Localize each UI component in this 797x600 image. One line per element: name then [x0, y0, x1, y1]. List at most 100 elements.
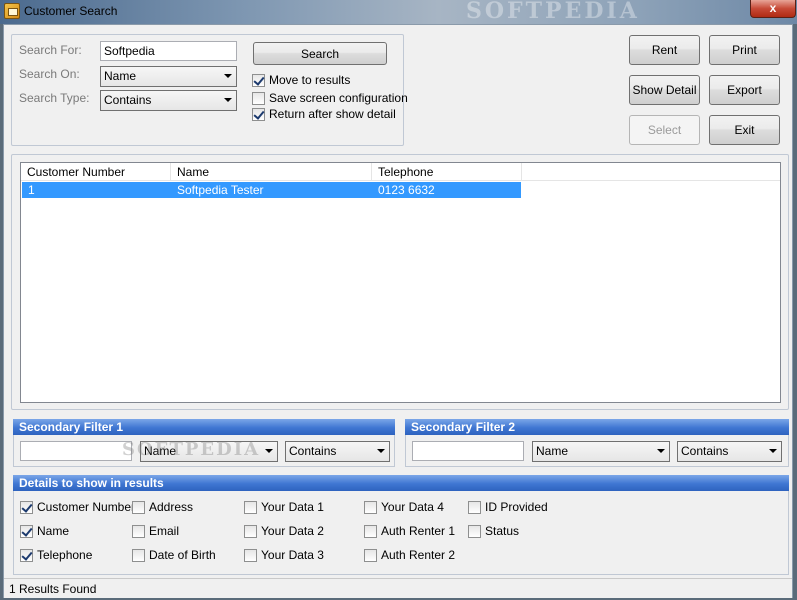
- search-group: Search For: Search On: Search Type: Soft…: [11, 34, 408, 146]
- print-button[interactable]: Print: [709, 35, 780, 65]
- column-header-telephone[interactable]: Telephone: [372, 163, 522, 181]
- search-for-label: Search For:: [19, 43, 82, 57]
- checkbox-box: [20, 524, 33, 538]
- close-button[interactable]: x: [750, 0, 796, 18]
- search-type-select[interactable]: Contains: [100, 90, 237, 111]
- checkbox-box: [244, 500, 257, 514]
- checkbox-box: [132, 500, 145, 514]
- chevron-down-icon: [224, 74, 232, 78]
- column-header-customer-number[interactable]: Customer Number: [21, 163, 171, 181]
- detail-your-data-2-checkbox[interactable]: Your Data 2: [244, 524, 324, 538]
- detail-label: Name: [37, 524, 70, 538]
- window-title: Customer Search: [24, 4, 118, 18]
- filter-1-input[interactable]: [20, 441, 132, 461]
- checkbox-box: [244, 524, 257, 538]
- search-type-label: Search Type:: [19, 91, 90, 105]
- checkbox-box: [252, 91, 265, 105]
- checkbox-box: [20, 548, 33, 562]
- detail-id-provided-checkbox[interactable]: ID Provided: [468, 500, 548, 514]
- detail-your-data-1-checkbox[interactable]: Your Data 1: [244, 500, 324, 514]
- move-to-results-label: Move to results: [269, 73, 351, 87]
- checkbox-box: [132, 524, 145, 538]
- detail-address-checkbox[interactable]: Address: [132, 500, 193, 514]
- checkbox-box: [468, 500, 481, 514]
- return-after-detail-checkbox[interactable]: Return after show detail: [252, 107, 396, 121]
- detail-your-data-3-checkbox[interactable]: Your Data 3: [244, 548, 324, 562]
- detail-name-checkbox[interactable]: Name: [20, 524, 69, 538]
- checkbox-box: [468, 524, 481, 538]
- results-list-header: Customer Number Name Telephone: [21, 163, 780, 181]
- export-button[interactable]: Export: [709, 75, 780, 105]
- checkbox-box: [252, 73, 265, 87]
- detail-label: Your Data 1: [261, 500, 324, 514]
- search-on-label: Search On:: [19, 67, 80, 81]
- status-text: 1 Results Found: [9, 582, 97, 596]
- filter-2-input[interactable]: [412, 441, 524, 461]
- search-button[interactable]: Search: [253, 42, 387, 65]
- detail-label: ID Provided: [485, 500, 548, 514]
- detail-customer-number-checkbox[interactable]: Customer Number: [20, 500, 135, 514]
- checkbox-box: [364, 548, 377, 562]
- detail-label: Auth Renter 2: [381, 548, 456, 562]
- detail-auth-renter-2-checkbox[interactable]: Auth Renter 2: [364, 548, 455, 562]
- detail-label: Your Data 3: [261, 548, 324, 562]
- search-for-input[interactable]: Softpedia: [100, 41, 237, 61]
- chevron-down-icon: [377, 449, 385, 453]
- search-on-value: Name: [104, 69, 137, 83]
- checkbox-box: [364, 524, 377, 538]
- detail-label: Customer Number: [37, 500, 136, 514]
- select-button[interactable]: Select: [629, 115, 700, 145]
- detail-label: Email: [149, 524, 180, 538]
- detail-status-checkbox[interactable]: Status: [468, 524, 519, 538]
- watermark-text: SOFTPEDIA: [466, 0, 640, 24]
- chevron-down-icon: [265, 449, 273, 453]
- details-header: Details to show in results: [13, 475, 789, 491]
- return-after-detail-label: Return after show detail: [269, 107, 396, 121]
- filter-2-field-value: Name: [536, 444, 569, 458]
- table-row[interactable]: 1 Softpedia Tester 0123 6632: [22, 182, 521, 198]
- save-screen-config-label: Save screen configuration: [269, 91, 408, 105]
- filter-1-type-value: Contains: [289, 444, 337, 458]
- exit-button[interactable]: Exit: [709, 115, 780, 145]
- detail-label: Date of Birth: [149, 548, 216, 562]
- filter-2-field-select[interactable]: Name: [532, 441, 670, 462]
- detail-date-of-birth-checkbox[interactable]: Date of Birth: [132, 548, 216, 562]
- filter-2-type-value: Contains: [681, 444, 729, 458]
- title-bar: Customer Search SOFTPEDIA x: [0, 0, 797, 24]
- search-type-value: Contains: [104, 93, 152, 107]
- detail-label: Your Data 4: [381, 500, 444, 514]
- filter-2-type-select[interactable]: Contains: [677, 441, 782, 462]
- chevron-down-icon: [224, 98, 232, 102]
- chevron-down-icon: [769, 449, 777, 453]
- row-name: Softpedia Tester: [177, 183, 264, 197]
- detail-label: Your Data 2: [261, 524, 324, 538]
- detail-email-checkbox[interactable]: Email: [132, 524, 179, 538]
- watermark-text: SOFTPEDIA: [122, 439, 261, 460]
- checkbox-box: [20, 500, 33, 514]
- move-to-results-checkbox[interactable]: Move to results: [252, 73, 350, 87]
- row-telephone: 0123 6632: [378, 183, 435, 197]
- detail-label: Status: [485, 524, 520, 538]
- status-bar: 1 Results Found: [4, 578, 792, 598]
- secondary-filter-2-header: Secondary Filter 2: [405, 419, 789, 435]
- detail-auth-renter-1-checkbox[interactable]: Auth Renter 1: [364, 524, 455, 538]
- column-header-name[interactable]: Name: [171, 163, 372, 181]
- search-on-select[interactable]: Name: [100, 66, 237, 87]
- detail-your-data-4-checkbox[interactable]: Your Data 4: [364, 500, 444, 514]
- checkbox-box: [252, 107, 265, 121]
- row-customer-number: 1: [28, 183, 35, 197]
- save-screen-config-checkbox[interactable]: Save screen configuration: [252, 91, 408, 105]
- show-detail-button[interactable]: Show Detail: [629, 75, 700, 105]
- secondary-filter-1-header: Secondary Filter 1: [13, 419, 395, 435]
- detail-label: Address: [149, 500, 194, 514]
- filter-1-type-select[interactable]: Contains: [285, 441, 390, 462]
- checkbox-box: [244, 548, 257, 562]
- rent-button[interactable]: Rent: [629, 35, 700, 65]
- detail-telephone-checkbox[interactable]: Telephone: [20, 548, 92, 562]
- chevron-down-icon: [657, 449, 665, 453]
- app-icon: [4, 3, 20, 19]
- results-list[interactable]: Customer Number Name Telephone 1 Softped…: [20, 162, 781, 403]
- checkbox-box: [364, 500, 377, 514]
- checkbox-box: [132, 548, 145, 562]
- secondary-filter-2-body: Name Contains: [405, 435, 789, 467]
